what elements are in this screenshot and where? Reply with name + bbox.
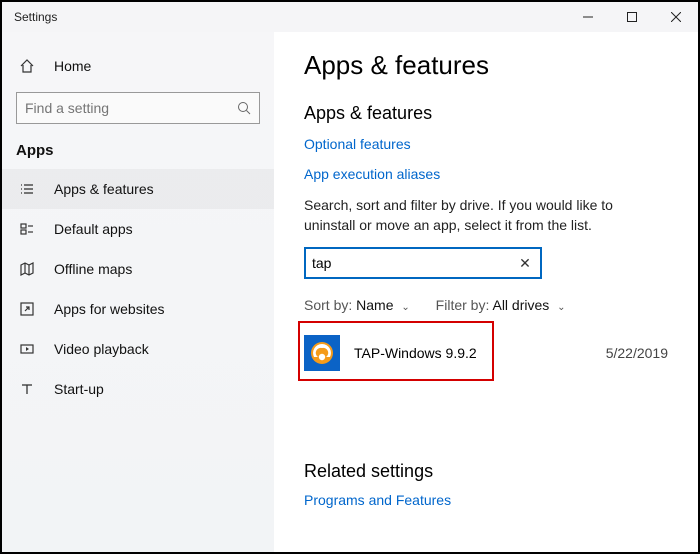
sidebar-section: Apps xyxy=(2,138,274,169)
sort-label: Sort by: xyxy=(304,297,352,313)
nav-video-playback[interactable]: Video playback xyxy=(2,329,274,369)
nav-offline-maps[interactable]: Offline maps xyxy=(2,249,274,289)
nav-label: Offline maps xyxy=(54,261,132,277)
maximize-button[interactable] xyxy=(610,2,654,32)
home-nav[interactable]: Home xyxy=(2,46,274,86)
page-title: Apps & features xyxy=(304,50,668,81)
sort-value[interactable]: Name xyxy=(356,297,393,313)
nav-default-apps[interactable]: Default apps xyxy=(2,209,274,249)
home-label: Home xyxy=(54,58,91,74)
open-icon xyxy=(16,301,38,317)
description-text: Search, sort and filter by drive. If you… xyxy=(304,196,664,235)
minimize-button[interactable] xyxy=(566,2,610,32)
nav-label: Start-up xyxy=(54,381,104,397)
link-programs-features[interactable]: Programs and Features xyxy=(304,492,451,508)
sort-filter-row: Sort by: Name ⌄ Filter by: All drives ⌄ xyxy=(304,297,668,313)
link-app-execution-aliases[interactable]: App execution aliases xyxy=(304,166,440,182)
list-icon xyxy=(16,181,38,197)
sidebar-search[interactable] xyxy=(16,92,260,124)
nav-label: Default apps xyxy=(54,221,133,237)
nav-apps-websites[interactable]: Apps for websites xyxy=(2,289,274,329)
app-name: TAP-Windows 9.9.2 xyxy=(354,345,477,361)
content-pane: Apps & features Apps & features Optional… xyxy=(274,32,698,552)
search-icon xyxy=(237,101,251,115)
startup-icon xyxy=(16,381,38,397)
defaults-icon xyxy=(16,221,38,237)
filter-value[interactable]: All drives xyxy=(492,297,549,313)
window-title: Settings xyxy=(14,10,57,24)
link-optional-features[interactable]: Optional features xyxy=(304,136,411,152)
video-icon xyxy=(16,341,38,357)
app-icon xyxy=(304,335,340,371)
related-heading: Related settings xyxy=(304,461,668,482)
nav-label: Apps for websites xyxy=(54,301,165,317)
app-search-field[interactable]: ✕ xyxy=(304,247,542,279)
nav-apps-features[interactable]: Apps & features xyxy=(2,169,274,209)
sidebar: Home Apps Apps & features Default apps xyxy=(2,32,274,552)
close-button[interactable] xyxy=(654,2,698,32)
filter-label: Filter by: xyxy=(436,297,490,313)
titlebar: Settings xyxy=(2,2,698,32)
app-search-input[interactable] xyxy=(312,255,516,271)
section-heading: Apps & features xyxy=(304,103,668,124)
window-controls xyxy=(566,2,698,32)
nav-startup[interactable]: Start-up xyxy=(2,369,274,409)
map-icon xyxy=(16,261,38,277)
app-install-date: 5/22/2019 xyxy=(606,345,668,361)
nav-label: Apps & features xyxy=(54,181,154,197)
chevron-down-icon[interactable]: ⌄ xyxy=(557,302,565,313)
home-icon xyxy=(16,58,38,74)
app-list-item[interactable]: TAP-Windows 9.9.2 5/22/2019 xyxy=(304,325,668,381)
nav-label: Video playback xyxy=(54,341,149,357)
chevron-down-icon[interactable]: ⌄ xyxy=(401,302,409,313)
clear-icon[interactable]: ✕ xyxy=(516,255,534,272)
search-input[interactable] xyxy=(25,100,237,116)
